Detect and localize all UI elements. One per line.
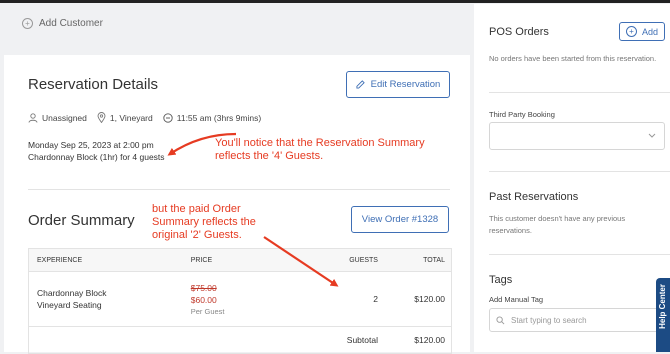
third-party-select[interactable] (489, 122, 665, 150)
section-divider (489, 254, 670, 255)
add-pos-label: Add (641, 26, 658, 37)
section-divider (489, 92, 670, 93)
manual-tag-label: Add Manual Tag (489, 295, 544, 304)
past-reservations-title: Past Reservations (489, 191, 579, 203)
tags-title: Tags (489, 274, 513, 286)
sidebar-panel: POS Orders + Add No orders have been sta… (474, 4, 670, 352)
tag-search-placeholder: Start typing to search (511, 315, 587, 325)
section-divider (489, 171, 670, 172)
arrow-to-guests (263, 236, 339, 287)
chevron-down-icon (648, 133, 656, 138)
arrow-to-reservation (167, 132, 237, 156)
past-empty-text: This customer doesn't have any previous … (489, 214, 626, 235)
search-icon (496, 315, 505, 324)
pos-empty-text: No orders have been started from this re… (489, 54, 657, 63)
third-party-label: Third Party Booking (489, 110, 555, 119)
help-center-tab[interactable]: Help Center (656, 278, 670, 352)
pos-orders-title: POS Orders (489, 26, 549, 38)
plus-circle-icon: + (625, 26, 637, 37)
add-pos-order-button[interactable]: + Add (619, 22, 665, 41)
tag-search-input[interactable]: Start typing to search (489, 308, 665, 332)
help-center-label: Help Center (658, 284, 667, 329)
